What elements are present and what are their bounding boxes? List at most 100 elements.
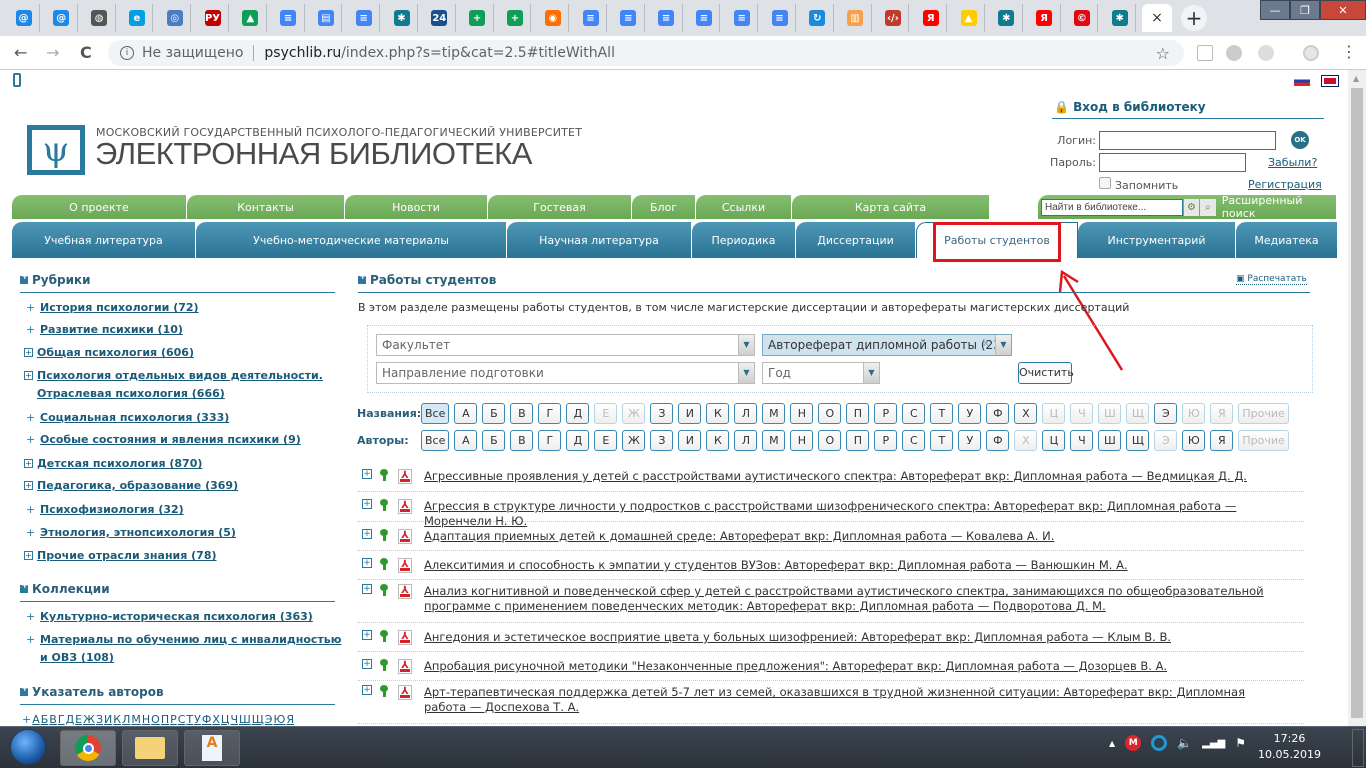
letter-filter-button[interactable]: А	[454, 403, 478, 424]
expand-icon[interactable]: +	[24, 459, 33, 468]
result-link[interactable]: Адаптация приемных детей к домашней сред…	[424, 529, 1284, 544]
letter-filter-button[interactable]: И	[678, 430, 702, 451]
browser-tab[interactable]: ✱	[386, 4, 418, 32]
advanced-search-link[interactable]: Расширенный поиск	[1222, 194, 1336, 220]
browser-tab[interactable]: ≡	[613, 4, 645, 32]
expand-icon[interactable]: +	[24, 371, 33, 380]
close-window-button[interactable]: ✕	[1320, 0, 1366, 20]
browser-tab[interactable]: @	[46, 4, 78, 32]
browser-tab[interactable]: ◉	[537, 4, 570, 32]
expand-icon[interactable]: +	[362, 469, 372, 479]
rubric-link[interactable]: Психология отдельных видов деятельности.	[37, 369, 323, 382]
browser-tab[interactable]: e	[121, 4, 154, 32]
pdf-icon[interactable]: ⅄	[398, 659, 412, 674]
letter-filter-button[interactable]: В	[510, 430, 534, 451]
letter-filter-button[interactable]: Р	[874, 403, 898, 424]
letter-filter-button[interactable]: А	[454, 430, 478, 451]
letter-filter-button[interactable]: Щ	[1126, 430, 1150, 451]
scrollbar-thumb[interactable]	[1351, 88, 1363, 718]
letter-filter-button[interactable]: Ш	[1098, 430, 1122, 451]
browser-tab[interactable]: ◎	[159, 4, 192, 32]
pdf-icon[interactable]: ⅄	[398, 685, 412, 700]
letter-filter-button[interactable]: К	[706, 430, 730, 451]
rubric-link[interactable]: Психофизиология (32)	[40, 503, 184, 516]
letter-filter-button[interactable]: Д	[566, 403, 590, 424]
volume-icon[interactable]: 🔈	[1177, 736, 1192, 750]
top-nav-item[interactable]: Контакты	[187, 195, 345, 219]
remember-checkbox[interactable]	[1099, 177, 1111, 189]
top-nav-item[interactable]: Ссылки	[696, 195, 792, 219]
pdf-icon[interactable]: ⅄	[398, 499, 412, 514]
expand-icon[interactable]: +	[362, 499, 372, 509]
browser-tab[interactable]: ▥	[840, 4, 872, 32]
letter-filter-button[interactable]: Ц	[1042, 430, 1066, 451]
rubric-link[interactable]: Общая психология (606)	[37, 346, 194, 359]
result-link[interactable]: Арт-терапевтическая поддержка детей 5-7 …	[424, 685, 1284, 715]
result-link[interactable]: Анализ когнитивной и поведенческой сфер …	[424, 584, 1284, 614]
author-letter-link[interactable]: Ф	[202, 713, 211, 726]
letter-filter-button[interactable]: В	[510, 403, 534, 424]
pdf-icon[interactable]: ⅄	[398, 558, 412, 573]
author-letter-link[interactable]: Л	[122, 713, 130, 726]
browser-menu-icon[interactable]: ⋮	[1341, 42, 1357, 61]
letter-filter-button[interactable]: М	[762, 403, 786, 424]
system-clock[interactable]: 17:26 10.05.2019	[1258, 731, 1321, 763]
scroll-up-icon[interactable]: ▲	[1353, 74, 1359, 83]
expand-icon[interactable]: +	[362, 529, 372, 539]
author-letter-link[interactable]: А	[32, 713, 40, 726]
result-link[interactable]: Апробация рисуночной методики "Незаконче…	[424, 659, 1284, 674]
browser-tab[interactable]: ≡	[575, 4, 607, 32]
windows-start-button[interactable]	[10, 729, 46, 765]
browser-tab[interactable]: ≡	[764, 4, 796, 32]
expand-icon[interactable]: +	[362, 685, 372, 695]
expand-icon[interactable]: +	[24, 348, 33, 357]
browser-tab[interactable]: ▲	[953, 4, 985, 32]
author-letter-link[interactable]: Э	[265, 713, 273, 726]
info-icon[interactable]: i	[120, 46, 134, 60]
letter-filter-button[interactable]: Н	[790, 403, 814, 424]
collection-link[interactable]: и ОВЗ (108)	[40, 651, 114, 664]
year-select[interactable]: Год ▼	[762, 362, 880, 384]
browser-tab[interactable]: ✱	[1104, 4, 1137, 32]
letter-filter-button[interactable]: Ю	[1182, 430, 1206, 451]
forward-button[interactable]: →	[46, 43, 59, 62]
result-link[interactable]: Алекситимия и способность к эмпатии у ст…	[424, 558, 1284, 573]
author-letter-link[interactable]: Т	[186, 713, 193, 726]
back-button[interactable]: ←	[14, 43, 27, 62]
rubric-link[interactable]: История психологии (72)	[40, 301, 199, 314]
browser-tab[interactable]: ▤	[310, 4, 343, 32]
mega-icon[interactable]: M	[1125, 735, 1142, 751]
clear-selection-icon[interactable]: ✕	[979, 335, 993, 355]
letter-filter-button[interactable]: Все	[421, 430, 450, 451]
network-signal-icon[interactable]: ▂▄▆	[1202, 738, 1225, 749]
browser-tab[interactable]: ◍	[84, 4, 116, 32]
close-tab-icon[interactable]: ×	[1151, 10, 1163, 26]
browser-tab[interactable]: PУ	[197, 4, 229, 32]
author-letter-link[interactable]: И	[104, 713, 112, 726]
expand-icon[interactable]: +	[362, 584, 372, 594]
expand-icon[interactable]: +	[24, 481, 33, 490]
clear-filters-button[interactable]: Очистить	[1018, 362, 1074, 384]
author-letter-link[interactable]: Ш	[239, 713, 251, 726]
direction-select[interactable]: Направление подготовки ▼	[376, 362, 755, 384]
letter-filter-button[interactable]: Б	[482, 430, 506, 451]
browser-tab[interactable]: @	[8, 4, 40, 32]
letter-filter-button[interactable]: П	[846, 403, 870, 424]
russian-flag-icon[interactable]	[1294, 76, 1310, 86]
author-letter-link[interactable]: Д	[66, 713, 75, 726]
top-nav-item[interactable]: Новости	[345, 195, 488, 219]
browser-tab[interactable]: 24	[424, 4, 456, 32]
section-tab[interactable]: Учебно-методические материалы	[196, 222, 507, 258]
collection-link[interactable]: Материалы по обучению лиц с инвалидность…	[40, 633, 341, 646]
search-icon[interactable]: ⌕	[1200, 198, 1216, 216]
letter-filter-button[interactable]: Ч	[1070, 430, 1094, 451]
chevron-down-icon[interactable]: ▼	[738, 363, 754, 383]
rubric-link[interactable]: Педагогика, образование (369)	[37, 479, 238, 492]
browser-tab[interactable]: ≡	[651, 4, 683, 32]
print-link[interactable]: ▣ Распечатать	[1236, 274, 1307, 285]
letter-filter-button[interactable]: Э	[1154, 403, 1178, 424]
author-letter-link[interactable]: Ю	[273, 713, 285, 726]
file-explorer-icon[interactable]	[122, 730, 178, 766]
pdf-icon[interactable]: ⅄	[398, 584, 412, 599]
expand-icon[interactable]: +	[362, 630, 372, 640]
